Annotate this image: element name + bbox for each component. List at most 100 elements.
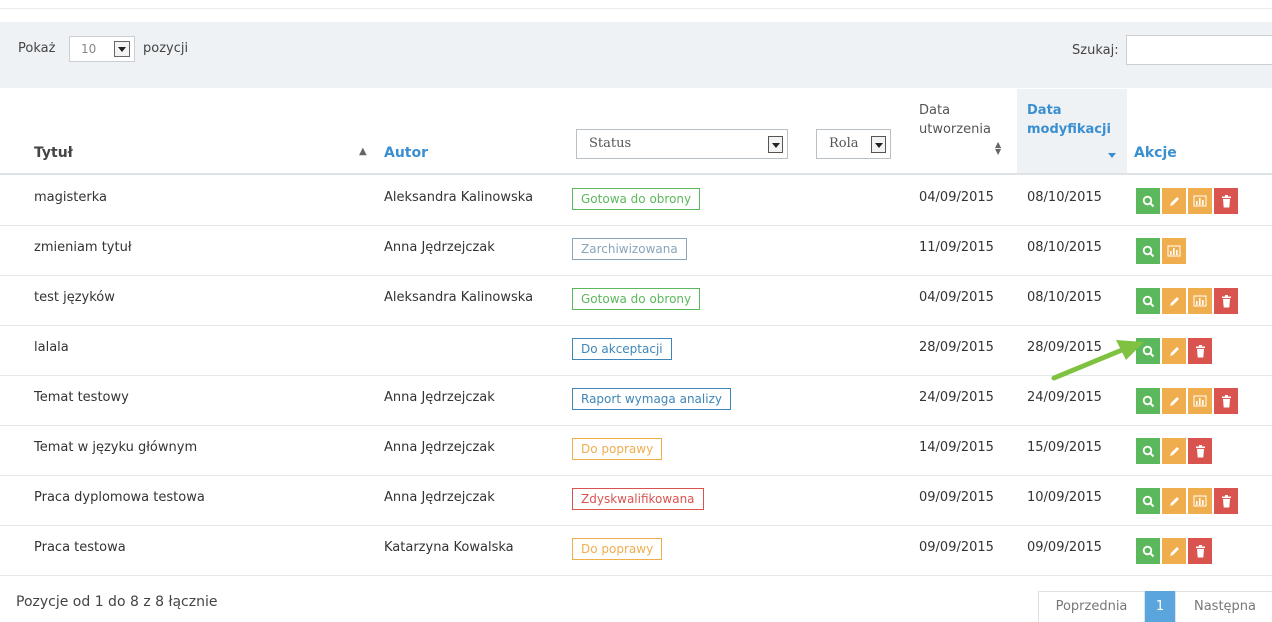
column-title[interactable]: Tytuł	[34, 145, 73, 161]
column-modified[interactable]: Data modyfikacji	[1027, 101, 1111, 139]
report-button[interactable]	[1162, 238, 1186, 264]
view-button[interactable]	[1136, 438, 1160, 464]
trash-icon	[1195, 344, 1206, 358]
report-button[interactable]	[1188, 488, 1212, 514]
view-button[interactable]	[1136, 188, 1160, 214]
table-header: Tytuł ▲ Autor Status Rola Data utworzeni…	[0, 89, 1272, 175]
column-author[interactable]: Autor	[384, 145, 428, 161]
report-button[interactable]	[1188, 188, 1212, 214]
cell-author: Anna Jędrzejczak	[384, 240, 495, 255]
cell-title: Temat testowy	[34, 390, 129, 405]
cell-created: 11/09/2015	[919, 240, 994, 255]
edit-button[interactable]	[1162, 188, 1186, 214]
chevron-down-icon	[768, 136, 783, 153]
edit-button[interactable]	[1162, 438, 1186, 464]
delete-button[interactable]	[1214, 188, 1238, 214]
delete-button[interactable]	[1188, 338, 1212, 364]
sort-icon[interactable]: ▲ ▼	[995, 141, 1001, 156]
status-badge: Gotowa do obrony	[572, 288, 701, 310]
search-icon	[1142, 195, 1155, 208]
cell-modified: 10/09/2015	[1027, 490, 1102, 505]
status-badge: Do poprawy	[572, 538, 663, 560]
row-actions	[1136, 188, 1240, 214]
edit-button[interactable]	[1162, 388, 1186, 414]
trash-icon	[1221, 294, 1232, 308]
search-label: Szukaj:	[1072, 43, 1119, 58]
cell-created: 04/09/2015	[919, 190, 994, 205]
cell-created: 24/09/2015	[919, 390, 994, 405]
search-input[interactable]	[1126, 35, 1272, 65]
table-row: Temat testowy Anna Jędrzejczak Raport wy…	[0, 376, 1272, 426]
column-actions: Akcje	[1134, 145, 1177, 161]
chevron-down-icon	[871, 136, 886, 153]
search-icon	[1142, 495, 1155, 508]
sort-desc-icon[interactable]	[1108, 153, 1116, 158]
row-actions	[1136, 488, 1240, 514]
pencil-icon	[1168, 495, 1181, 508]
delete-button[interactable]	[1214, 288, 1238, 314]
edit-button[interactable]	[1162, 288, 1186, 314]
page-length-suffix: pozycji	[143, 41, 189, 56]
cell-author: Aleksandra Kalinowska	[384, 190, 534, 205]
edit-button[interactable]	[1162, 538, 1186, 564]
cell-author: Anna Jędrzejczak	[384, 390, 495, 405]
table-toolbar: Pokaż 10 pozycji Szukaj:	[0, 22, 1272, 88]
row-actions	[1136, 238, 1188, 264]
view-button[interactable]	[1136, 388, 1160, 414]
column-created-line1: Data	[919, 103, 951, 118]
trash-icon	[1221, 494, 1232, 508]
chevron-down-icon	[114, 41, 130, 57]
view-button[interactable]	[1136, 538, 1160, 564]
delete-button[interactable]	[1188, 438, 1212, 464]
column-modified-line2: modyfikacji	[1027, 122, 1111, 137]
cell-created: 14/09/2015	[919, 440, 994, 455]
cell-modified: 15/09/2015	[1027, 440, 1102, 455]
delete-button[interactable]	[1188, 538, 1212, 564]
status-filter-select[interactable]: Status	[576, 129, 788, 159]
edit-button[interactable]	[1162, 488, 1186, 514]
top-divider	[0, 8, 1272, 9]
pagination-page-1[interactable]: 1	[1145, 591, 1175, 622]
view-button[interactable]	[1136, 488, 1160, 514]
cell-author: Anna Jędrzejczak	[384, 440, 495, 455]
bar-chart-icon	[1193, 395, 1207, 407]
delete-button[interactable]	[1214, 388, 1238, 414]
view-button[interactable]	[1136, 238, 1160, 264]
trash-icon	[1221, 194, 1232, 208]
cell-title: test języków	[34, 290, 115, 305]
edit-button[interactable]	[1162, 338, 1186, 364]
table-row: magisterka Aleksandra Kalinowska Gotowa …	[0, 176, 1272, 226]
cell-title: Praca dyplomowa testowa	[34, 490, 205, 505]
cell-author: Anna Jędrzejczak	[384, 490, 495, 505]
status-badge: Gotowa do obrony	[572, 188, 701, 210]
pencil-icon	[1168, 395, 1181, 408]
bar-chart-icon	[1167, 245, 1181, 257]
cell-title: zmieniam tytuł	[34, 240, 132, 255]
sort-icon[interactable]: ▲	[359, 146, 367, 157]
column-created[interactable]: Data utworzenia	[919, 101, 991, 139]
trash-icon	[1195, 544, 1206, 558]
cell-title: Praca testowa	[34, 540, 126, 555]
table-info: Pozycje od 1 do 8 z 8 łącznie	[16, 594, 218, 610]
role-filter-value: Rola	[829, 136, 859, 151]
cell-created: 09/09/2015	[919, 540, 994, 555]
cell-title: magisterka	[34, 190, 107, 205]
report-button[interactable]	[1188, 388, 1212, 414]
search-icon	[1142, 545, 1155, 558]
cell-title: lalala	[34, 340, 69, 355]
table-row: test języków Aleksandra Kalinowska Gotow…	[0, 276, 1272, 326]
pagination-next[interactable]: Następna	[1175, 591, 1272, 622]
pencil-icon	[1168, 295, 1181, 308]
search-icon	[1142, 445, 1155, 458]
status-badge: Do akceptacji	[572, 338, 672, 360]
column-modified-line1: Data	[1027, 103, 1062, 118]
status-filter-value: Status	[589, 136, 632, 151]
pagination-previous[interactable]: Poprzednia	[1038, 591, 1145, 622]
search-icon	[1142, 295, 1155, 308]
delete-button[interactable]	[1214, 488, 1238, 514]
report-button[interactable]	[1188, 288, 1212, 314]
row-actions	[1136, 538, 1214, 564]
role-filter-select[interactable]: Rola	[816, 129, 891, 159]
page-length-select[interactable]: 10	[69, 36, 135, 62]
view-button[interactable]	[1136, 288, 1160, 314]
